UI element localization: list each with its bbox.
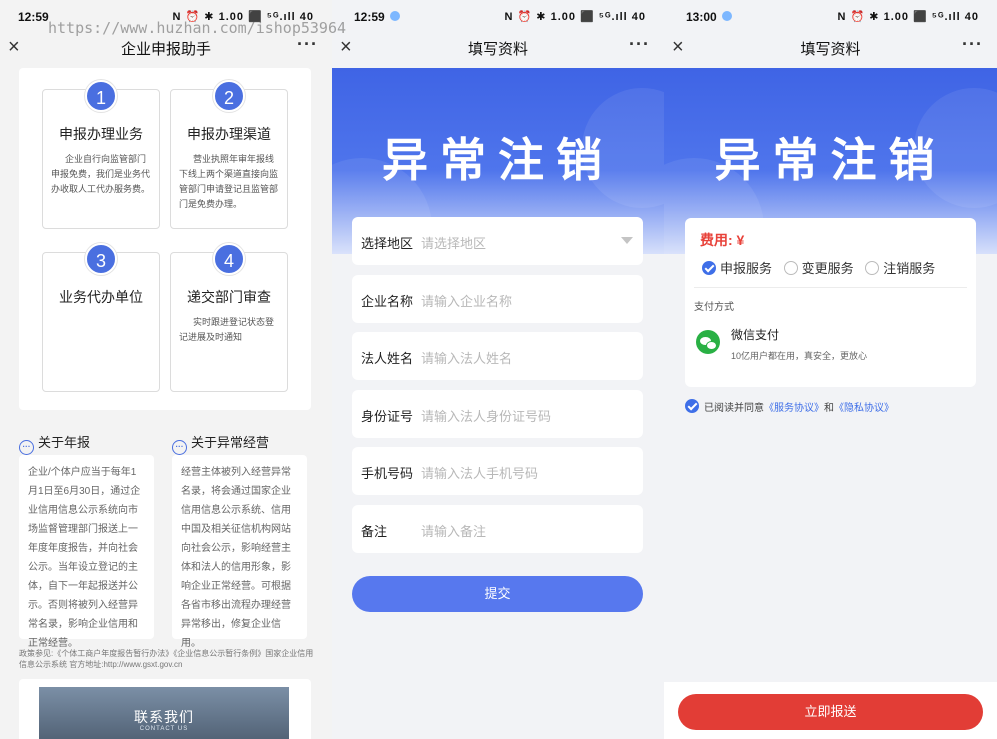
card-number: 1 bbox=[85, 80, 117, 112]
agreement-row: 已阅读并同意《服务协议》和《隐私协议》 bbox=[685, 399, 894, 414]
wechat-pay-icon bbox=[696, 330, 720, 354]
service-options: 申报服务 变更服务 注销服务 bbox=[702, 258, 943, 277]
more-icon[interactable]: ··· bbox=[629, 34, 650, 55]
field-placeholder: 请输入法人身份证号码 bbox=[421, 409, 552, 424]
banner-title: 异常注销 bbox=[714, 133, 947, 187]
notification-dot-icon bbox=[390, 11, 400, 21]
card-desc: 实时跟进登记状态登记进展及时通知 bbox=[179, 317, 275, 342]
card-title: 申报办理业务 bbox=[59, 126, 143, 142]
contact-banner-image[interactable]: 联系我们 CONTACT US bbox=[39, 687, 289, 739]
agree-text: 已阅读并同意 bbox=[704, 403, 764, 414]
field-label: 选择地区 bbox=[361, 236, 414, 251]
field-label: 备注 bbox=[361, 524, 388, 539]
card-title: 业务代办单位 bbox=[59, 289, 143, 305]
status-bar: 12:59 N ⏰ ✱ 1.00 ⬛ ⁵ᴳ.ıll 40 bbox=[332, 0, 664, 34]
info-icon: ··· bbox=[172, 440, 187, 455]
service-cards: 1 申报办理业务 企业自行向监管部门申报免费，我们是业务代办收取人工代办服务费。… bbox=[19, 68, 311, 410]
panel-enterprise-assistant: 12:59 N ⏰ ✱ 1.00 ⬛ ⁵ᴳ.ıll 40 × 企业申报助手 ··… bbox=[0, 0, 332, 739]
section-title: 关于年报 bbox=[38, 435, 91, 450]
field-placeholder: 请输入企业名称 bbox=[421, 294, 513, 309]
about-abnormal-text: 经营主体被列入经营异常名录，将会通过国家企业信用信息公示系统、信用中国及相关征信… bbox=[172, 455, 307, 649]
radio-icon bbox=[865, 261, 880, 275]
title-bar: × 企业申报助手 ··· bbox=[0, 34, 332, 64]
contact-section: 联系我们 CONTACT US bbox=[19, 679, 311, 739]
card-title: 递交部门审查 bbox=[187, 289, 271, 305]
submit-button[interactable]: 提交 bbox=[352, 576, 643, 612]
section-title: 关于异常经营 bbox=[191, 435, 270, 450]
submit-report-button[interactable]: 立即报送 bbox=[678, 694, 983, 730]
field-placeholder: 请输入备注 bbox=[421, 524, 487, 539]
agree-checkbox-icon[interactable] bbox=[685, 399, 699, 413]
status-time: 12:59 bbox=[354, 10, 385, 24]
page-title: 填写资料 bbox=[800, 41, 861, 58]
card-number: 3 bbox=[85, 243, 117, 275]
service-agreement-link[interactable]: 《服务协议》 bbox=[764, 403, 824, 414]
field-label: 法人姓名 bbox=[361, 351, 414, 366]
field-placeholder: 请输入法人姓名 bbox=[421, 351, 513, 366]
policy-reference: 政策参见:《个体工商户年度报告暂行办法》《企业信息公示暂行条例》国家企业信用信息… bbox=[19, 649, 314, 669]
option-label: 申报服务 bbox=[720, 261, 773, 276]
card-desc: 营业执照年审年报线下线上两个渠道直接向监管部门申请登记且监管部门是免费办理。 bbox=[179, 154, 279, 209]
watermark: https://www.huzhan.com/ishop53964 bbox=[48, 19, 347, 37]
option-label: 注销服务 bbox=[883, 261, 936, 276]
card-declare-channel[interactable]: 2 申报办理渠道 营业执照年审年报线下线上两个渠道直接向监管部门申请登记且监管部… bbox=[170, 80, 288, 229]
divider bbox=[694, 287, 967, 288]
status-bar: 13:00 N ⏰ ✱ 1.00 ⬛ ⁵ᴳ.ıll 40 bbox=[664, 0, 997, 34]
field-label: 手机号码 bbox=[361, 466, 414, 481]
notification-dot-icon bbox=[722, 11, 732, 21]
option-cancel-service[interactable]: 注销服务 bbox=[865, 258, 935, 277]
radio-checked-icon bbox=[702, 261, 716, 275]
status-icons: N ⏰ ✱ 1.00 ⬛ ⁵ᴳ.ıll 40 bbox=[504, 11, 646, 23]
panel-payment: 13:00 N ⏰ ✱ 1.00 ⬛ ⁵ᴳ.ıll 40 × 填写资料 ··· … bbox=[664, 0, 997, 739]
banner-title: 异常注销 bbox=[382, 133, 614, 187]
option-change-service[interactable]: 变更服务 bbox=[783, 258, 854, 277]
contact-subtitle: CONTACT US bbox=[139, 726, 189, 732]
field-placeholder: 请输入法人手机号码 bbox=[421, 466, 539, 481]
status-time: 12:59 bbox=[18, 10, 49, 24]
about-annual-text: 企业/个体户应当于每年1月1日至6月30日，通过企业信用信息公示系统向市场监督管… bbox=[19, 455, 154, 649]
payment-method-label: 支付方式 bbox=[694, 302, 734, 313]
radio-icon bbox=[783, 261, 798, 275]
page-title: 企业申报助手 bbox=[120, 41, 211, 58]
option-declare-service[interactable]: 申报服务 bbox=[702, 258, 772, 277]
card-declare-business[interactable]: 1 申报办理业务 企业自行向监管部门申报免费，我们是业务代办收取人工代办服务费。 bbox=[42, 80, 160, 229]
card-submit-review[interactable]: 4 递交部门审查 实时跟进登记状态登记进展及时通知 bbox=[170, 243, 288, 392]
wechat-pay-desc: 10亿用户都在用，真安全，更放心 bbox=[731, 351, 868, 361]
field-label: 企业名称 bbox=[361, 294, 414, 309]
page-title: 填写资料 bbox=[467, 41, 528, 58]
card-number: 2 bbox=[213, 80, 245, 112]
option-label: 变更服务 bbox=[801, 261, 854, 276]
about-abnormal-heading: ··· 关于异常经营 bbox=[172, 432, 269, 455]
more-icon[interactable]: ··· bbox=[297, 34, 318, 55]
title-bar: × 填写资料 ··· bbox=[664, 34, 997, 64]
privacy-agreement-link[interactable]: 《隐私协议》 bbox=[834, 403, 894, 414]
card-agent-unit[interactable]: 3 业务代办单位 bbox=[42, 243, 160, 392]
card-desc: 企业自行向监管部门申报免费，我们是业务代办收取人工代办服务费。 bbox=[51, 154, 151, 194]
more-icon[interactable]: ··· bbox=[962, 34, 983, 55]
id-number-input[interactable]: 身份证号 请输入法人身份证号码 bbox=[352, 390, 643, 438]
dropdown-arrow-icon bbox=[621, 237, 633, 244]
field-placeholder: 请选择地区 bbox=[421, 236, 487, 251]
wechat-pay-name[interactable]: 微信支付 bbox=[731, 326, 779, 343]
payment-card: 费用: ¥ 申报服务 变更服务 注销服务 支付方式 微信支付 10亿用户都在用，… bbox=[685, 218, 976, 387]
fee-label: 费用: ¥ bbox=[700, 232, 745, 248]
title-bar: × 填写资料 ··· bbox=[332, 34, 664, 64]
contact-title: 联系我们 bbox=[134, 709, 194, 725]
phone-input[interactable]: 手机号码 请输入法人手机号码 bbox=[352, 447, 643, 495]
status-icons: N ⏰ ✱ 1.00 ⬛ ⁵ᴳ.ıll 40 bbox=[837, 11, 979, 23]
legal-person-input[interactable]: 法人姓名 请输入法人姓名 bbox=[352, 332, 643, 380]
company-name-input[interactable]: 企业名称 请输入企业名称 bbox=[352, 275, 643, 323]
region-select[interactable]: 选择地区 请选择地区 bbox=[352, 217, 643, 265]
status-time: 13:00 bbox=[686, 10, 717, 24]
remark-input[interactable]: 备注 请输入备注 bbox=[352, 505, 643, 553]
field-label: 身份证号 bbox=[361, 409, 414, 424]
card-title: 申报办理渠道 bbox=[187, 126, 271, 142]
panel-fill-form: 12:59 N ⏰ ✱ 1.00 ⬛ ⁵ᴳ.ıll 40 × 填写资料 ··· … bbox=[332, 0, 664, 739]
about-annual-heading: ··· 关于年报 bbox=[19, 432, 90, 455]
info-icon: ··· bbox=[19, 440, 34, 455]
card-number: 4 bbox=[213, 243, 245, 275]
agree-and-text: 和 bbox=[824, 403, 834, 414]
